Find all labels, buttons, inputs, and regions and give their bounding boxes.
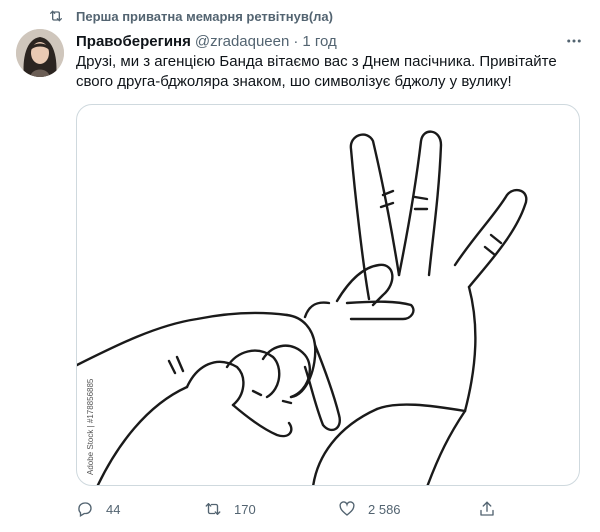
like-button[interactable]: 2 586 <box>338 500 468 518</box>
separator-dot: · <box>293 32 299 50</box>
more-icon <box>567 39 581 43</box>
more-button[interactable] <box>564 31 584 51</box>
reply-count: 44 <box>106 501 121 517</box>
retweet-icon <box>50 10 62 22</box>
like-count: 2 586 <box>368 501 401 517</box>
tweet-image[interactable]: Adobe Stock | #178856885 <box>76 104 580 486</box>
avatar[interactable] <box>16 29 64 77</box>
reply-button[interactable]: 44 <box>76 500 196 518</box>
share-icon <box>480 501 494 516</box>
share-button[interactable] <box>478 500 508 518</box>
tweet-text: Друзі, ми з агенцією Банда вітаємо вас з… <box>76 53 557 90</box>
retweet-button[interactable]: 170 <box>204 500 338 518</box>
image-watermark: Adobe Stock | #178856885 <box>86 378 95 475</box>
retweet-banner[interactable]: Перша приватна мемарня ретвітнув(ла) <box>48 8 333 24</box>
retweet-banner-text: Перша приватна мемарня ретвітнув(ла) <box>76 8 333 24</box>
retweet-icon <box>205 503 221 515</box>
bee-hand-gesture-illustration <box>77 130 528 485</box>
tweet-time[interactable]: 1 год <box>302 33 336 50</box>
tweet-header: Правоберегиня @zradaqueen · 1 год <box>76 31 584 51</box>
user-handle[interactable]: @zradaqueen <box>195 33 289 50</box>
reply-icon <box>78 502 92 517</box>
display-name[interactable]: Правоберегиня <box>76 33 191 50</box>
tweet-actions: 44 170 2 586 <box>76 500 584 518</box>
retweet-count: 170 <box>234 501 256 517</box>
like-icon <box>339 501 355 516</box>
